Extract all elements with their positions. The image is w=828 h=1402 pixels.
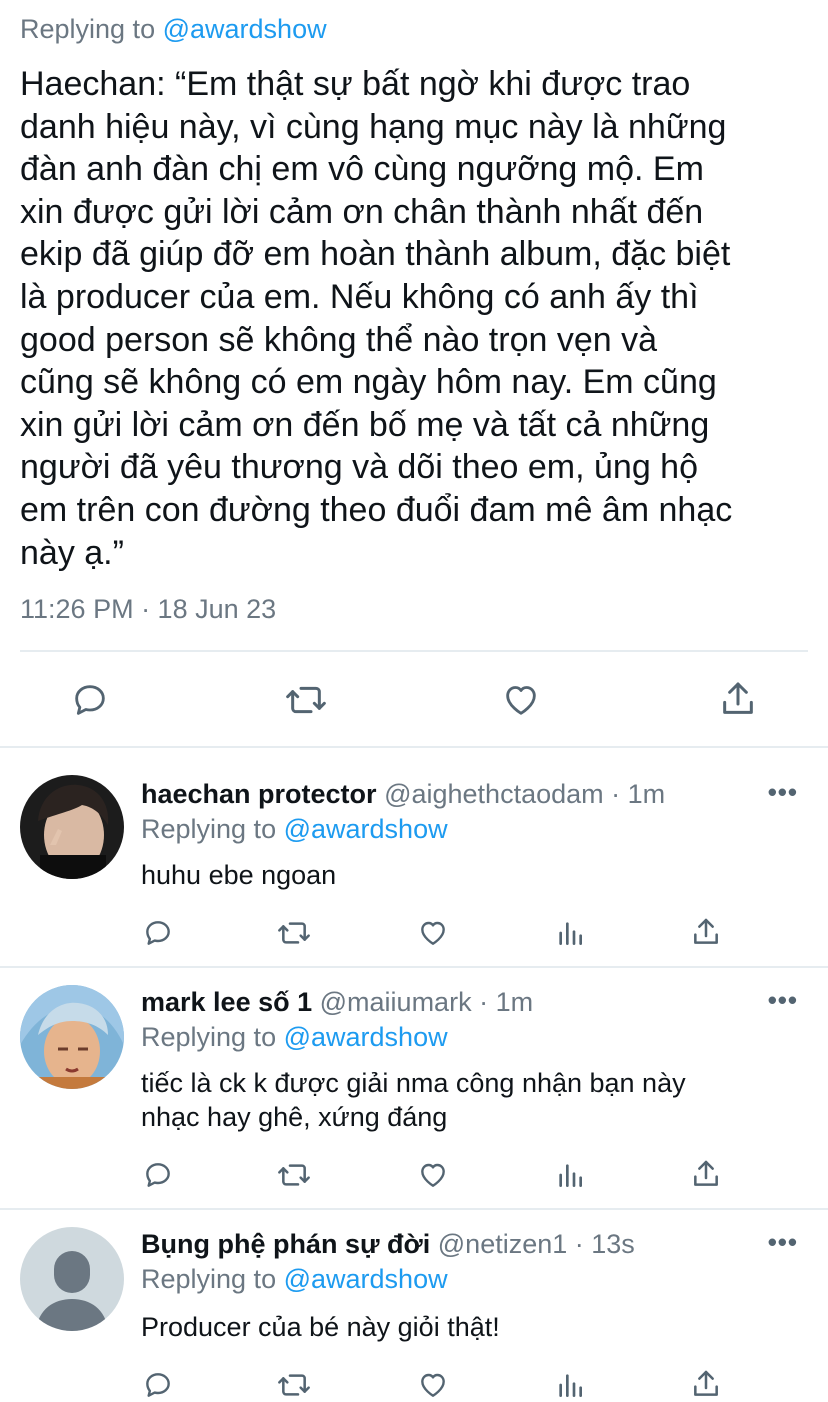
share-icon[interactable] — [690, 1367, 722, 1401]
reply-header: Bụng phệ phán sự đời @netizen1 · 13s — [141, 1229, 635, 1260]
reply-tweet[interactable]: Bụng phệ phán sự đời @netizen1 · 13s •••… — [0, 1209, 828, 1402]
replying-to-line: Replying to @awardshow — [141, 814, 448, 845]
replying-handle-link[interactable]: @awardshow — [163, 14, 327, 44]
tweet-text: Haechan: “Em thật sự bất ngờ khi được tr… — [20, 65, 733, 572]
analytics-icon[interactable] — [554, 1159, 586, 1191]
like-icon[interactable] — [416, 1369, 450, 1401]
replying-prefix: Replying to — [141, 1264, 277, 1294]
default-profile-avatar[interactable] — [20, 1227, 124, 1331]
reply-icon[interactable] — [142, 1369, 174, 1401]
handle-and-time: @maiiumark · 1m — [319, 987, 534, 1017]
share-icon[interactable] — [690, 1157, 722, 1191]
more-options-icon[interactable]: ••• — [768, 1227, 798, 1258]
reply-text: huhu ebe ngoan — [141, 860, 337, 890]
replying-prefix: Replying to — [141, 814, 277, 844]
reply-icon[interactable] — [70, 680, 110, 720]
handle-and-time: @netizen1 · 13s — [437, 1229, 635, 1259]
reply-header: haechan protector @aighethctaodam · 1m — [141, 779, 665, 810]
analytics-icon[interactable] — [554, 1369, 586, 1401]
like-icon[interactable] — [416, 1159, 450, 1191]
reply-icon[interactable] — [142, 1159, 174, 1191]
retweet-icon[interactable] — [284, 680, 328, 720]
reply-tweet[interactable]: haechan protector @aighethctaodam · 1m •… — [0, 747, 828, 967]
share-icon[interactable] — [690, 915, 722, 949]
handle-and-time: @aighethctaodam · 1m — [384, 779, 666, 809]
replying-to-line: Replying to @awardshow — [20, 14, 327, 45]
display-name[interactable]: Bụng phệ phán sự đời — [141, 1229, 430, 1259]
user-avatar[interactable] — [20, 985, 124, 1089]
retweet-icon[interactable] — [276, 1159, 312, 1191]
replying-to-line: Replying to @awardshow — [141, 1022, 448, 1053]
like-icon[interactable] — [416, 917, 450, 949]
replying-handle-link[interactable]: @awardshow — [284, 814, 448, 844]
replying-handle-link[interactable]: @awardshow — [284, 1022, 448, 1052]
reply-header: mark lee số 1 @maiiumark · 1m — [141, 987, 533, 1018]
replying-handle-link[interactable]: @awardshow — [284, 1264, 448, 1294]
share-icon[interactable] — [718, 678, 758, 720]
tweet-timestamp[interactable]: 11:26 PM · 18 Jun 23 — [20, 594, 276, 625]
more-options-icon[interactable]: ••• — [768, 985, 798, 1016]
like-icon[interactable] — [500, 680, 542, 720]
user-avatar[interactable] — [20, 775, 124, 879]
reply-text: tiếc là ck k được giải nma công nhận bạn… — [141, 1068, 686, 1132]
retweet-icon[interactable] — [276, 1369, 312, 1401]
analytics-icon[interactable] — [554, 917, 586, 949]
reply-icon[interactable] — [142, 917, 174, 949]
replying-prefix: Replying to — [141, 1022, 277, 1052]
divider — [20, 650, 808, 652]
more-options-icon[interactable]: ••• — [768, 777, 798, 808]
replying-to-line: Replying to @awardshow — [141, 1264, 448, 1295]
reply-tweet[interactable]: mark lee số 1 @maiiumark · 1m ••• Replyi… — [0, 967, 828, 1207]
display-name[interactable]: haechan protector — [141, 779, 377, 809]
display-name[interactable]: mark lee số 1 — [141, 987, 312, 1017]
reply-text: Producer của bé này giỏi thật! — [141, 1312, 500, 1342]
retweet-icon[interactable] — [276, 917, 312, 949]
replying-prefix: Replying to — [20, 14, 156, 44]
